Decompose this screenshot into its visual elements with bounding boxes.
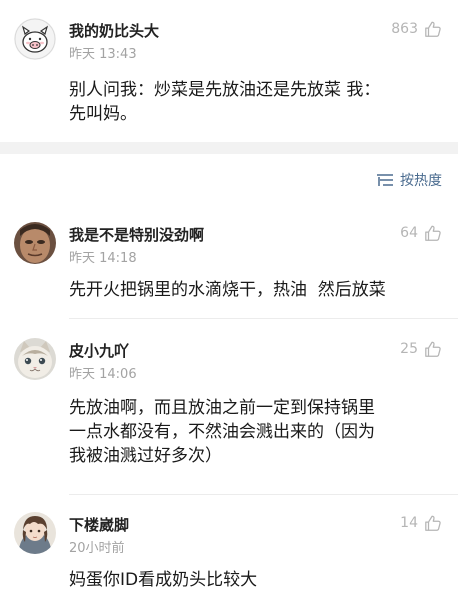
avatar[interactable] — [14, 512, 56, 554]
thumbs-up-icon — [425, 21, 441, 37]
like-button[interactable]: 25 — [400, 340, 442, 358]
like-button[interactable]: 863 — [391, 20, 442, 38]
comment-item: 我是不是特别没劲啊 昨天 14:18 64 先开火把锅里的水滴烧干，热油 然后放… — [0, 210, 458, 320]
like-count: 64 — [400, 225, 418, 241]
timestamp: 20小时前 — [69, 541, 125, 556]
avatar[interactable] — [14, 222, 56, 264]
anime-avatar-icon — [14, 512, 56, 554]
thumbs-up-icon — [425, 225, 441, 241]
comment-feed: 我的奶比头大 昨天 13:43 863 别人问我：炒菜是先放油还是先放菜 我： … — [0, 0, 458, 600]
thumbs-up-icon — [425, 341, 441, 357]
divider — [69, 318, 458, 319]
comment-text: 别人问我：炒菜是先放油还是先放菜 我： 先叫妈。 — [69, 80, 381, 124]
divider — [69, 494, 458, 495]
comment-item: 下楼崴脚 20小时前 14 妈蛋你ID看成奶头比较大 — [0, 500, 458, 600]
like-button[interactable]: 14 — [400, 514, 442, 532]
username[interactable]: 我是不是特别没劲啊 — [69, 224, 204, 245]
pig-avatar-icon — [14, 18, 56, 60]
avatar[interactable] — [14, 18, 56, 60]
sort-lines-icon — [377, 174, 393, 186]
sort-button[interactable]: 按热度 — [376, 170, 442, 190]
username[interactable]: 下楼崴脚 — [69, 514, 129, 535]
like-count: 25 — [400, 341, 418, 357]
comment-text: 先放油啊，而且放油之前一定到保持锅里 一点水都没有，不然油会溅出来的（因为 我被… — [69, 398, 375, 466]
sort-label: 按热度 — [400, 173, 442, 189]
thumbs-up-icon — [425, 515, 441, 531]
section-separator — [0, 142, 458, 154]
like-button[interactable]: 64 — [400, 224, 442, 242]
comment-text: 妈蛋你ID看成奶头比较大 — [69, 570, 258, 590]
comment-item: 我的奶比头大 昨天 13:43 863 别人问我：炒菜是先放油还是先放菜 我： … — [0, 0, 458, 142]
cat-avatar-icon — [14, 338, 56, 380]
timestamp: 昨天 14:18 — [69, 251, 137, 266]
timestamp: 昨天 14:06 — [69, 367, 137, 382]
like-count: 863 — [391, 21, 418, 37]
username[interactable]: 皮小九吖 — [69, 340, 129, 361]
man-face-avatar-icon — [14, 222, 56, 264]
username[interactable]: 我的奶比头大 — [69, 20, 159, 41]
timestamp: 昨天 13:43 — [69, 47, 137, 62]
comment-item: 皮小九吖 昨天 14:06 25 先放油啊，而且放油之前一定到保持锅里 一点水都… — [0, 324, 458, 494]
like-count: 14 — [400, 515, 418, 531]
avatar[interactable] — [14, 338, 56, 380]
comment-text: 先开火把锅里的水滴烧干，热油 然后放菜 — [69, 280, 386, 300]
